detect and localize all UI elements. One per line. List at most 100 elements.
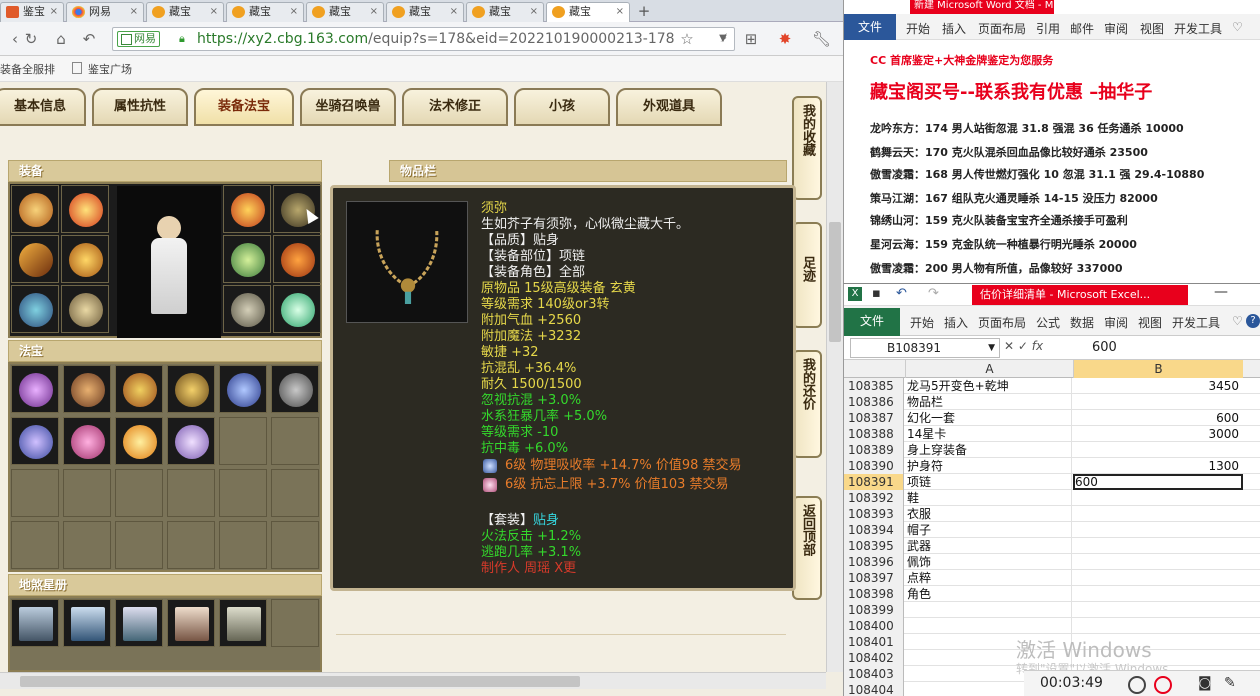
chevron-down-icon[interactable]: ♡ <box>1232 20 1243 34</box>
equip-slot-belt[interactable] <box>11 285 59 333</box>
tab-attributes[interactable]: 属性抗性 <box>92 88 188 126</box>
tab-mounts[interactable]: 坐骑召唤兽 <box>300 88 396 126</box>
cell-b[interactable] <box>1073 490 1243 506</box>
magic-slot[interactable] <box>271 365 319 413</box>
extension-icon[interactable]: ✸ <box>776 30 794 48</box>
redo-icon[interactable]: ↷ <box>928 286 939 301</box>
star-card[interactable] <box>219 599 267 647</box>
row-header[interactable]: 108403 <box>844 666 904 682</box>
magic-slot[interactable] <box>115 417 163 465</box>
magic-slot[interactable] <box>11 417 59 465</box>
cell-a[interactable] <box>906 618 1072 634</box>
cell-b[interactable] <box>1073 618 1243 634</box>
row-header[interactable]: 108395 <box>844 538 904 554</box>
camera-icon[interactable]: ◙ <box>1198 675 1212 691</box>
excel-tab[interactable]: 数据 <box>1070 314 1094 331</box>
bookmark-item[interactable]: 鉴宝广场 <box>72 61 132 77</box>
word-document[interactable]: CC 首席鉴定+大神金牌鉴定为您服务 藏宝阁买号--联系我有优惠 –抽华子 龙吟… <box>844 40 1260 283</box>
row-header[interactable]: 108394 <box>844 522 904 538</box>
dropdown-icon[interactable]: ▼ <box>714 30 732 48</box>
vertical-scrollbar[interactable] <box>826 82 843 672</box>
magic-slot-empty[interactable] <box>271 469 319 517</box>
side-tab-bargain[interactable]: 我的还价 <box>792 350 822 458</box>
magic-slot-empty[interactable] <box>219 417 267 465</box>
undo-icon[interactable]: ↶ <box>80 30 98 48</box>
excel-file-button[interactable]: 文件 <box>844 308 900 336</box>
cell-a[interactable]: 护身符 <box>906 458 1072 474</box>
scrollbar-thumb[interactable] <box>20 676 580 687</box>
magic-slot-empty[interactable] <box>11 469 59 517</box>
pause-icon[interactable] <box>1128 676 1146 694</box>
minimize-icon[interactable]: — <box>1214 284 1228 300</box>
excel-tab[interactable]: 开发工具 <box>1172 314 1220 331</box>
excel-tab[interactable]: 公式 <box>1036 314 1060 331</box>
url-input[interactable]: 网易 🔒︎ https://xy2.cbg.163.com/equip?s=17… <box>112 27 735 51</box>
word-tab[interactable]: 引用 <box>1036 20 1060 37</box>
tab-appearance[interactable]: 外观道具 <box>616 88 722 126</box>
magic-slot-empty[interactable] <box>167 469 215 517</box>
pencil-icon[interactable]: ✎ <box>1224 675 1236 691</box>
cell-a[interactable]: 鞋 <box>906 490 1072 506</box>
column-header-a[interactable]: A <box>905 360 1073 378</box>
equip-slot-magic-item[interactable] <box>223 185 271 233</box>
cell-b[interactable] <box>1073 522 1243 538</box>
row-header[interactable]: 108404 <box>844 682 904 696</box>
tab-equipment[interactable]: 装备法宝 <box>194 88 294 126</box>
cert-badge[interactable]: 网易 <box>117 31 160 47</box>
refresh-icon[interactable]: ↻ <box>22 30 40 48</box>
excel-tab[interactable]: 视图 <box>1138 314 1162 331</box>
browser-tab[interactable]: 藏宝 × <box>466 2 544 22</box>
star-card[interactable] <box>167 599 215 647</box>
magic-slot-empty[interactable] <box>11 521 59 569</box>
cell-a[interactable]: 物品栏 <box>906 394 1072 410</box>
row-header[interactable]: 108389 <box>844 442 904 458</box>
bookmark-item[interactable]: 装备全服排 <box>0 61 55 77</box>
tools-icon[interactable]: 🔧︎ <box>812 30 831 48</box>
help-icon[interactable]: ? <box>1246 314 1260 328</box>
cell-b[interactable] <box>1073 538 1243 554</box>
cell-b[interactable]: 600 <box>1073 410 1243 426</box>
close-icon[interactable]: × <box>130 3 138 21</box>
magic-slot-empty[interactable] <box>115 521 163 569</box>
word-tab[interactable]: 审阅 <box>1104 20 1128 37</box>
row-header[interactable]: 108387 <box>844 410 904 426</box>
equip-slot-hat[interactable] <box>11 185 59 233</box>
close-icon[interactable]: × <box>290 3 298 21</box>
equip-slot-charm[interactable] <box>273 235 321 283</box>
cell-a[interactable]: 幻化一套 <box>906 410 1072 426</box>
equip-slot-boots[interactable] <box>61 285 109 333</box>
close-icon[interactable]: × <box>210 3 218 21</box>
magic-slot-empty[interactable] <box>63 469 111 517</box>
row-header[interactable]: 108388 <box>844 426 904 442</box>
cell-b[interactable] <box>1073 394 1243 410</box>
star-card[interactable] <box>115 599 163 647</box>
magic-slot-empty[interactable] <box>63 521 111 569</box>
browser-tab-active[interactable]: 藏宝 × <box>546 2 630 22</box>
row-header[interactable]: 108402 <box>844 650 904 666</box>
word-tab[interactable]: 开发工具 <box>1174 20 1222 37</box>
word-tab[interactable]: 开始 <box>906 20 930 37</box>
cell-a[interactable]: 衣服 <box>906 506 1072 522</box>
tab-basic-info[interactable]: 基本信息 <box>0 88 86 126</box>
cell-b[interactable]: 1300 <box>1073 458 1243 474</box>
magic-slot[interactable] <box>63 365 111 413</box>
star-card[interactable] <box>11 599 59 647</box>
word-tab[interactable]: 页面布局 <box>978 20 1026 37</box>
browser-tab[interactable]: 藏宝 × <box>226 2 304 22</box>
magic-slot-empty[interactable] <box>219 469 267 517</box>
excel-tab[interactable]: 开始 <box>910 314 934 331</box>
row-header[interactable]: 108398 <box>844 586 904 602</box>
magic-slot[interactable] <box>167 417 215 465</box>
excel-tab[interactable]: 页面布局 <box>978 314 1026 331</box>
magic-slot[interactable] <box>167 365 215 413</box>
magic-slot[interactable] <box>63 417 111 465</box>
row-header[interactable]: 108390 <box>844 458 904 474</box>
cancel-icon[interactable]: ✕ <box>1004 339 1014 353</box>
magic-slot-empty[interactable] <box>115 469 163 517</box>
side-tab-top[interactable]: 返回顶部 <box>792 496 822 600</box>
cell-a[interactable]: 佩饰 <box>906 554 1072 570</box>
horizontal-scrollbar[interactable] <box>0 672 826 689</box>
cell-b[interactable]: 3000 <box>1073 426 1243 442</box>
row-header[interactable]: 108401 <box>844 634 904 650</box>
cell-b[interactable] <box>1073 586 1243 602</box>
